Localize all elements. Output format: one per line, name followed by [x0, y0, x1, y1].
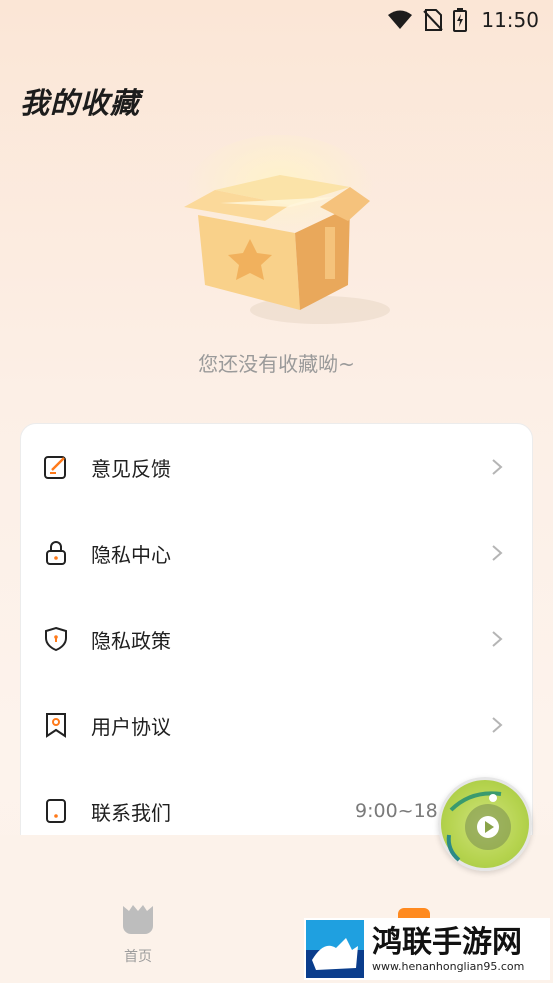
menu-item-label: 隐私中心 [91, 542, 171, 567]
home-tab-icon [123, 905, 153, 934]
page-title: 我的收藏 [20, 86, 141, 120]
watermark-url: www.henanhonglian95.com [372, 959, 525, 973]
menu-item-privacy-policy[interactable]: 隐私政策 [21, 596, 532, 682]
floating-music-player[interactable] [438, 777, 532, 871]
chevron-right-icon [492, 631, 503, 647]
wifi-icon [388, 10, 413, 29]
tab-home[interactable]: 首页 [108, 902, 168, 966]
phone-icon [46, 799, 66, 823]
chevron-right-icon [492, 545, 503, 561]
lock-icon [46, 541, 66, 565]
menu-item-label: 联系我们 [91, 800, 171, 825]
watermark: 鸿联手游网 www.henanhonglian95.com [304, 918, 550, 980]
watermark-title: 鸿联手游网 [372, 924, 522, 960]
menu-item-label: 隐私政策 [91, 628, 171, 653]
empty-box-illustration [184, 135, 390, 324]
menu-item-privacy-center[interactable]: 隐私中心 [21, 510, 532, 596]
no-sim-icon [423, 9, 444, 31]
play-button[interactable] [465, 804, 511, 850]
chevron-right-icon [492, 717, 503, 733]
play-icon [477, 816, 499, 838]
tab-home-label: 首页 [124, 949, 152, 965]
menu-item-label: 用户协议 [91, 714, 171, 739]
shield-icon [45, 626, 67, 652]
contact-hours: 9:00~18 [355, 800, 438, 822]
menu-item-label: 意见反馈 [91, 456, 171, 481]
watermark-logo [306, 920, 364, 978]
chevron-right-icon [492, 459, 503, 475]
menu-item-feedback[interactable]: 意见反馈 [21, 424, 532, 510]
status-bar: 11:50 [0, 0, 553, 40]
status-time: 11:50 [481, 8, 539, 32]
bookmark-icon [46, 713, 66, 738]
empty-state-message: 您还没有收藏呦~ [198, 352, 355, 376]
battery-charging-icon [453, 8, 468, 32]
feedback-edit-icon [44, 456, 66, 479]
menu-item-user-agreement[interactable]: 用户协议 [21, 682, 532, 768]
